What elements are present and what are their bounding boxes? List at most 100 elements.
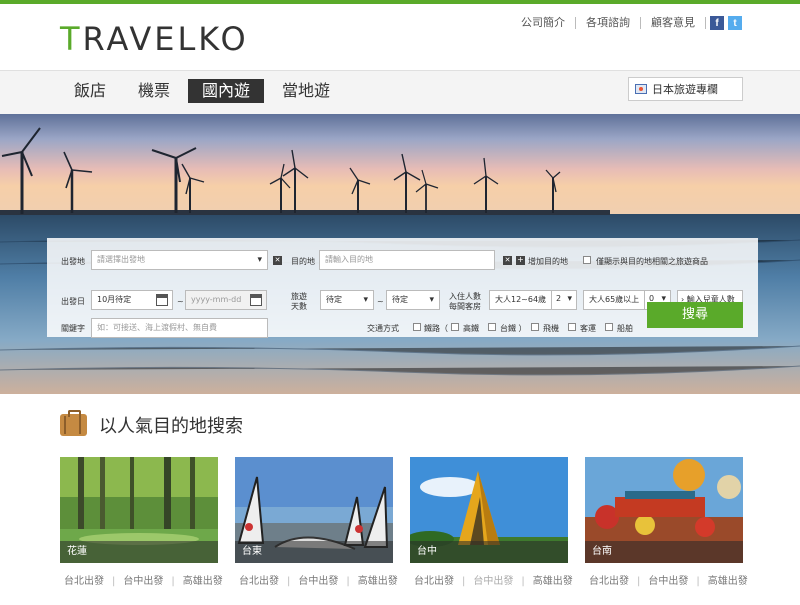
destination-card-hualien[interactable]: 花蓮 台北出發 | 台中出發 | 高雄出發 (60, 457, 223, 587)
tab-flight[interactable]: 機票 (124, 79, 184, 103)
keyword-label: 關鍵字 (61, 324, 85, 333)
hualien-photo[interactable]: 花蓮 (60, 457, 218, 563)
senior-age-label: 大人65歲以上 (589, 295, 640, 304)
site-header: TRAVELKO 公司簡介 各項諮詢 顧客意見 f t (0, 4, 800, 70)
tainan-links: 台北出發 | 台中出發 | 高雄出發 (585, 572, 748, 587)
calendar-icon[interactable] (156, 294, 168, 306)
dest-input[interactable]: 請輸入目的地 (319, 250, 495, 270)
keyword-input[interactable]: 如：可接送、海上渡假村、無自費 (91, 318, 268, 338)
calendar-end-icon[interactable] (250, 294, 262, 306)
link-feedback[interactable]: 顧客意見 (641, 17, 706, 29)
hero-banner: 出發地 請選擇出發地 ✕ 目的地 請輸入目的地 ✕ + 增加目的地 僅顯示與目的… (0, 114, 800, 394)
from-kaohsiung-link[interactable]: 高雄出發 (529, 576, 577, 587)
from-taichung-link[interactable]: 台中出發 (119, 576, 167, 587)
hualien-links: 台北出發 | 台中出發 | 高雄出發 (60, 572, 223, 587)
adult-age-label: 大人12~64歲 (495, 295, 547, 304)
tainan-caption: 台南 (585, 541, 743, 563)
divider: | (346, 576, 350, 587)
date-start-value: 10月待定 (97, 295, 132, 304)
from-taichung-link[interactable]: 台中出發 (644, 576, 692, 587)
date-label: 出發日 (61, 297, 85, 306)
adult-count-value: 2 (556, 294, 562, 303)
hsr-label: 高鐵 (463, 324, 479, 333)
popular-title-text: 以人氣目的地搜索 (99, 416, 243, 437)
clear-depart-icon[interactable]: ✕ (273, 256, 282, 265)
from-taipei-link[interactable]: 台北出發 (585, 576, 633, 587)
tainan-photo[interactable]: 台南 (585, 457, 743, 563)
divider: | (521, 576, 525, 587)
days-tilde: ~ (377, 297, 384, 306)
hualien-caption: 花蓮 (60, 541, 218, 563)
popular-destinations: 以人氣目的地搜索 花蓮 台北出發 | 台中出發 | 高雄出發 台東 台北出發 |… (0, 394, 800, 605)
dest-label: 目的地 (291, 257, 315, 266)
from-kaohsiung-link[interactable]: 高雄出發 (179, 576, 227, 587)
facebook-icon[interactable]: f (710, 16, 724, 30)
taitung-links: 台北出發 | 台中出發 | 高雄出發 (235, 572, 398, 587)
tab-local-tour[interactable]: 當地遊 (268, 79, 344, 103)
divider: | (112, 576, 116, 587)
only-dest-label: 僅顯示與目的地相關之旅遊商品 (596, 257, 708, 266)
transport-label: 交通方式 (367, 324, 399, 333)
divider: | (171, 576, 175, 587)
taichung-caption: 台中 (410, 541, 568, 563)
logo-letter-t: T (60, 20, 83, 58)
ship-label: 船舶 (617, 324, 633, 333)
main-nav-bar: 飯店 機票 國內遊 當地遊 日本旅遊專欄 (0, 70, 800, 114)
adult-count-field[interactable]: 大人12~64歲 2 (489, 290, 577, 310)
add-dest-link[interactable]: 增加目的地 (528, 257, 568, 267)
from-taipei-link[interactable]: 台北出發 (60, 576, 108, 587)
destination-card-taichung[interactable]: 台中 台北出發 | 台中出發 | 高雄出發 (410, 457, 573, 587)
tra-label: 台鐵 ） (500, 324, 527, 333)
twitter-icon[interactable]: t (728, 16, 742, 30)
from-taichung-link[interactable]: 台中出發 (294, 576, 342, 587)
people-label-line2: 每間客房 (449, 302, 481, 311)
japan-travel-label: 日本旅遊專欄 (652, 83, 718, 96)
taitung-photo[interactable]: 台東 (235, 457, 393, 563)
date-end-placeholder: yyyy-mm-dd (191, 295, 242, 304)
japan-flag-icon (635, 84, 647, 94)
days-from-select[interactable]: 待定 (320, 290, 374, 310)
taichung-links: 台北出發 | 台中出發 | 高雄出發 (410, 572, 573, 587)
main-nav: 飯店 機票 國內遊 當地遊 (60, 79, 348, 103)
japan-travel-column-button[interactable]: 日本旅遊專欄 (628, 77, 743, 101)
from-kaohsiung-link[interactable]: 高雄出發 (354, 576, 402, 587)
divider: | (462, 576, 466, 587)
destination-card-tainan[interactable]: 台南 台北出發 | 台中出發 | 高雄出發 (585, 457, 748, 587)
only-dest-checkbox[interactable] (583, 256, 591, 264)
flight-checkbox[interactable] (531, 323, 539, 331)
taitung-caption: 台東 (235, 541, 393, 563)
travelko-logo[interactable]: TRAVELKO (60, 20, 249, 58)
link-company-intro[interactable]: 公司簡介 (511, 17, 576, 29)
flight-label: 飛機 (543, 324, 559, 333)
taichung-photo[interactable]: 台中 (410, 457, 568, 563)
search-button[interactable]: 搜尋 (647, 302, 743, 328)
tab-hotel[interactable]: 飯店 (60, 79, 120, 103)
destination-card-taitung[interactable]: 台東 台北出發 | 台中出發 | 高雄出發 (235, 457, 398, 587)
link-inquiries[interactable]: 各項諮詢 (576, 17, 641, 29)
tour-search-form: 出發地 請選擇出發地 ✕ 目的地 請輸入目的地 ✕ + 增加目的地 僅顯示與目的… (47, 238, 758, 338)
bus-checkbox[interactable] (568, 323, 576, 331)
date-start-input[interactable]: 10月待定 (91, 290, 173, 310)
hsr-checkbox[interactable] (451, 323, 459, 331)
tab-domestic-tour[interactable]: 國內遊 (188, 79, 265, 103)
clear-dest-icon[interactable]: ✕ (503, 256, 512, 265)
days-label-line1: 旅遊 (291, 292, 307, 301)
adult-count-select[interactable]: 2 (551, 290, 577, 310)
from-kaohsiung-link[interactable]: 高雄出發 (704, 576, 752, 587)
from-taichung-link[interactable]: 台中出發 (469, 576, 517, 587)
destination-cards: 花蓮 台北出發 | 台中出發 | 高雄出發 台東 台北出發 | 台中出發 | 高… (60, 457, 760, 587)
days-label-line2: 天數 (291, 302, 307, 311)
add-dest-icon[interactable]: + (516, 256, 525, 265)
depart-label: 出發地 (61, 257, 85, 266)
popular-title: 以人氣目的地搜索 (60, 410, 243, 438)
ship-checkbox[interactable] (605, 323, 613, 331)
tra-checkbox[interactable] (488, 323, 496, 331)
date-end-input[interactable]: yyyy-mm-dd (185, 290, 267, 310)
logo-text: RAVELKO (82, 20, 249, 58)
rail-checkbox[interactable] (413, 323, 421, 331)
depart-select[interactable]: 請選擇出發地 (91, 250, 268, 270)
from-taipei-link[interactable]: 台北出發 (235, 576, 283, 587)
from-taipei-link[interactable]: 台北出發 (410, 576, 458, 587)
bus-label: 客運 (580, 324, 596, 333)
days-to-select[interactable]: 待定 (386, 290, 440, 310)
